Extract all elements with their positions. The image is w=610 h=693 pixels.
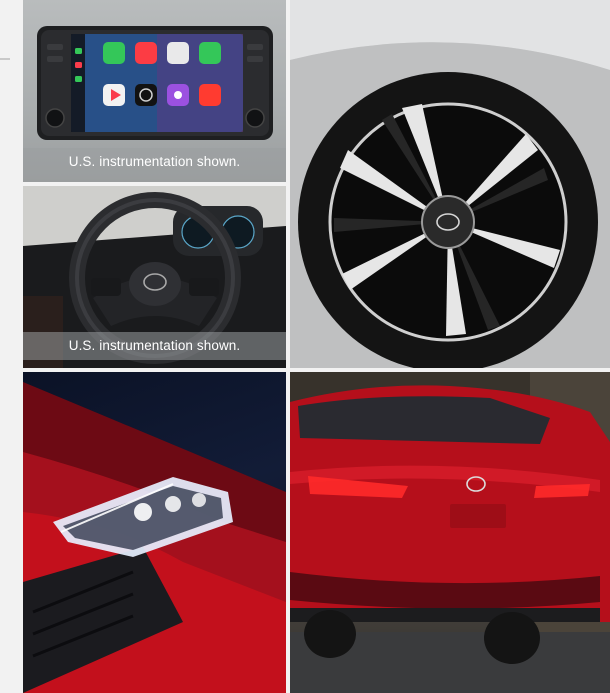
image-gallery: U.S. instrumentation shown. U.S. instrum… — [23, 0, 610, 693]
right-taillight — [534, 484, 590, 498]
infotainment-photo[interactable]: U.S. instrumentation shown. — [23, 0, 286, 182]
license-plate-area — [450, 504, 506, 528]
infotainment-caption: U.S. instrumentation shown. — [23, 148, 286, 176]
steering-hub — [129, 262, 181, 306]
maps-icon — [167, 42, 189, 64]
left-rear-tire — [304, 610, 356, 658]
volume-knob — [45, 108, 65, 128]
headlight-illustration — [23, 382, 286, 693]
alloy-wheel-photo[interactable] — [290, 0, 610, 368]
steering-wheel-photo[interactable]: U.S. instrumentation shown. — [23, 186, 286, 368]
rear-view-photo[interactable] — [290, 372, 610, 693]
right-wheel-controls — [189, 278, 219, 296]
tune-knob — [245, 108, 265, 128]
news-icon — [199, 84, 221, 106]
headlight-photo[interactable] — [23, 372, 286, 693]
music-icon — [135, 42, 157, 64]
page-edge-mark — [0, 58, 10, 60]
right-rear-tire — [484, 612, 540, 664]
rear-view-illustration — [290, 372, 610, 693]
phone-icon — [103, 42, 125, 64]
left-wheel-controls — [91, 278, 121, 296]
nissan-logo-icon — [135, 84, 157, 106]
messages-icon — [199, 42, 221, 64]
steering-wheel-caption: U.S. instrumentation shown. — [23, 332, 286, 360]
alloy-wheel-illustration — [290, 0, 610, 368]
wheel-hub — [421, 195, 475, 249]
